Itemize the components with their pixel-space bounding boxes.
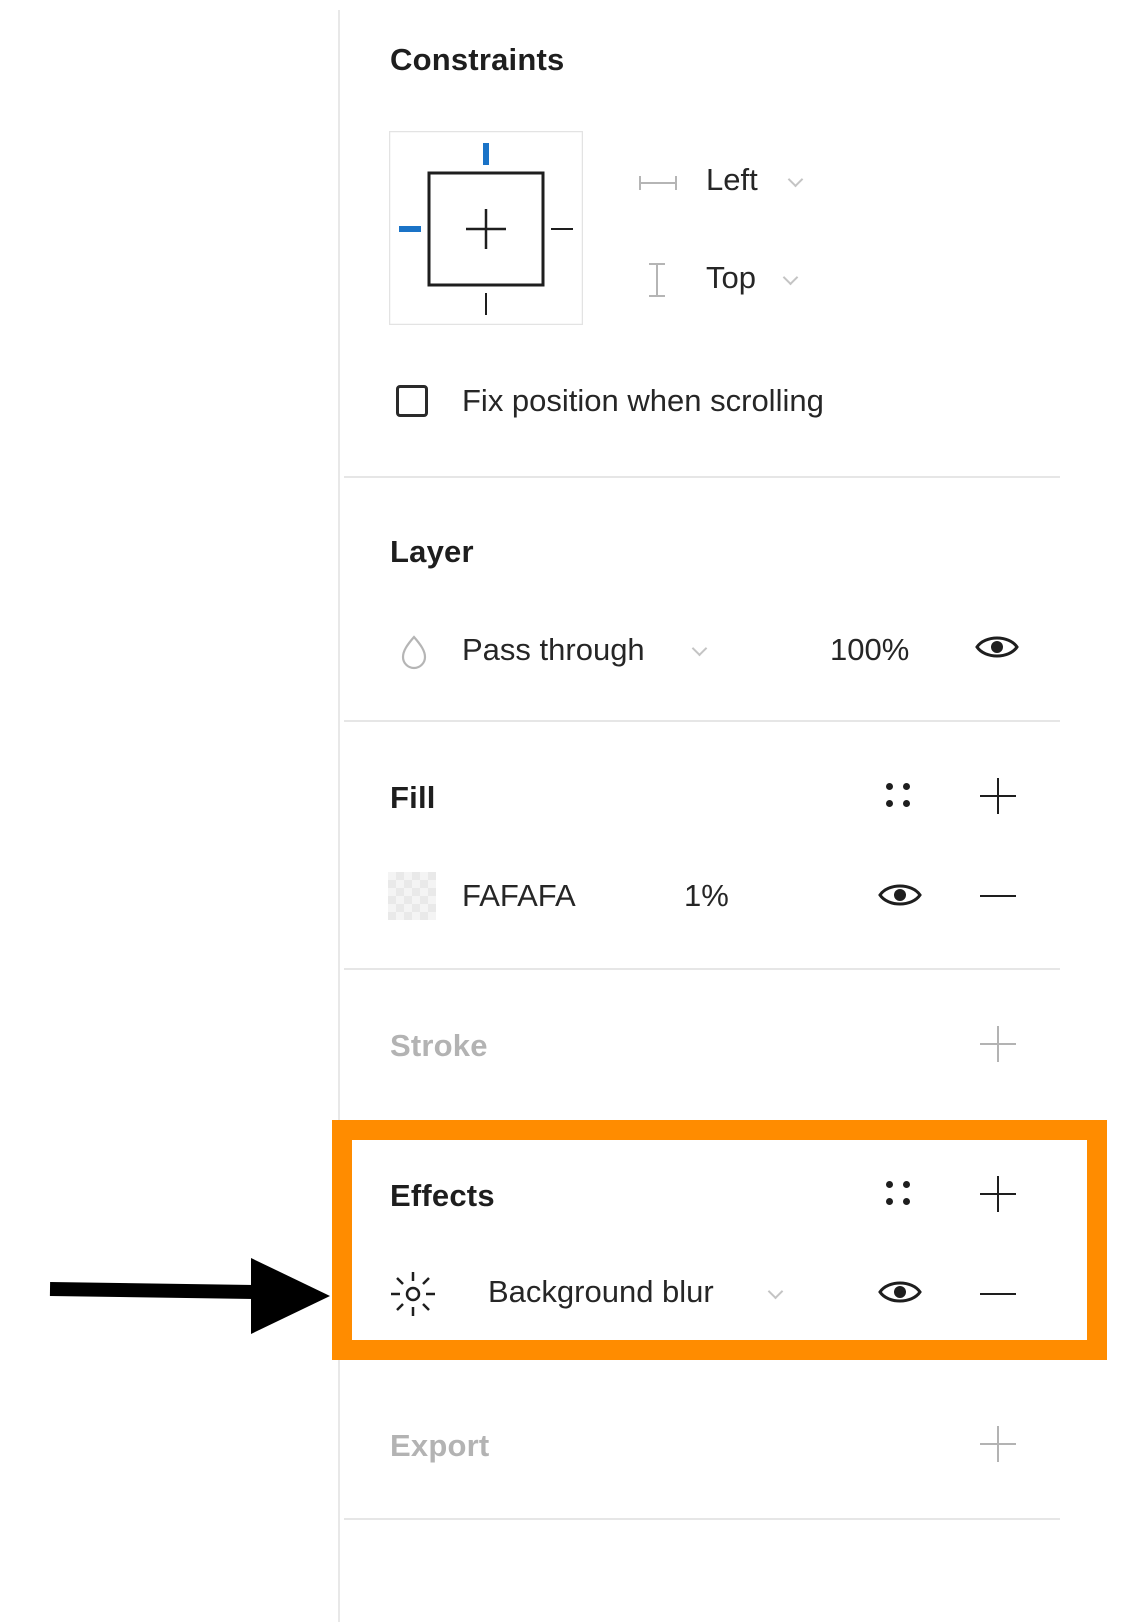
remove-fill-button[interactable] [980, 895, 1016, 897]
fill-color-swatch[interactable] [388, 872, 436, 920]
blend-mode-dropdown[interactable]: Pass through [462, 632, 645, 668]
chevron-down-icon [691, 640, 708, 657]
panel-left-border [338, 10, 340, 1622]
fix-position-checkbox[interactable] [396, 385, 428, 417]
horizontal-constraint-icon [638, 172, 678, 194]
effects-highlight-box [332, 1120, 1107, 1360]
horizontal-constraint-dropdown[interactable]: Left [706, 162, 758, 198]
blend-mode-icon [398, 634, 430, 670]
fix-position-label: Fix position when scrolling [462, 383, 824, 418]
fill-hex-input[interactable]: FAFAFA [462, 878, 576, 914]
fill-opacity-input[interactable]: 1% [684, 878, 729, 914]
vertical-constraint-icon [645, 262, 669, 298]
chevron-down-icon [787, 171, 804, 188]
constraint-widget[interactable] [388, 130, 584, 326]
section-divider [344, 476, 1060, 478]
constraints-title: Constraints [390, 42, 565, 77]
stroke-title: Stroke [390, 1028, 488, 1063]
section-divider [344, 720, 1060, 722]
add-export-button[interactable] [980, 1426, 1016, 1462]
eye-icon[interactable] [975, 632, 1019, 662]
eye-icon[interactable] [878, 880, 922, 910]
export-title: Export [390, 1428, 490, 1463]
section-divider [344, 968, 1060, 970]
fill-title: Fill [390, 780, 436, 815]
section-divider [344, 1518, 1060, 1520]
chevron-down-icon [782, 269, 799, 286]
layer-title: Layer [390, 534, 474, 569]
add-stroke-button[interactable] [980, 1026, 1016, 1062]
layer-opacity-input[interactable]: 100% [830, 632, 909, 668]
style-grid-icon[interactable] [884, 781, 914, 811]
vertical-constraint-dropdown[interactable]: Top [706, 260, 756, 296]
add-fill-button[interactable] [980, 778, 1016, 814]
pointer-arrow-icon [48, 1256, 330, 1336]
